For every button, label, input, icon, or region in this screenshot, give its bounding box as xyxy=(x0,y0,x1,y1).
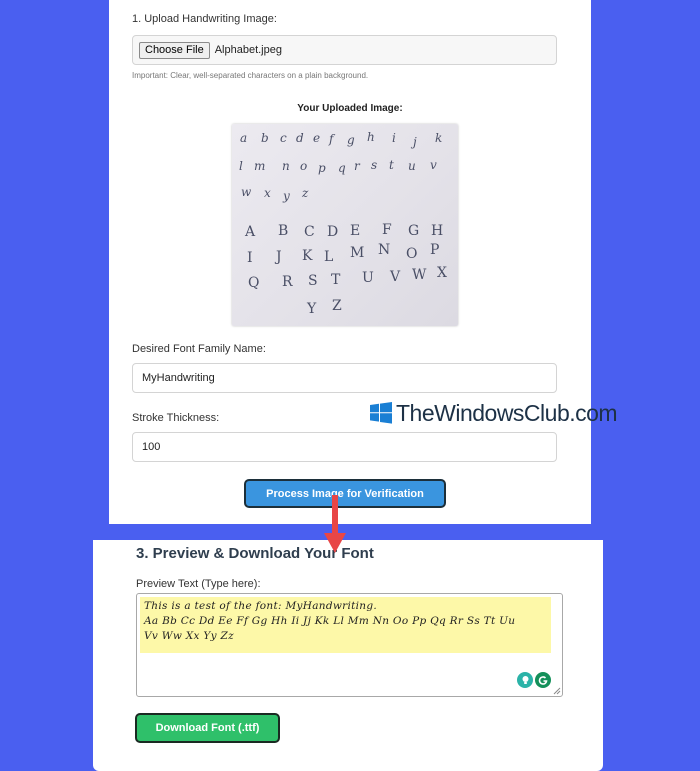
svg-text:K: K xyxy=(302,248,313,264)
file-input[interactable]: Choose File Alphabet.jpeg xyxy=(132,35,557,65)
windows-logo-icon xyxy=(370,402,392,424)
svg-text:k: k xyxy=(435,131,442,145)
svg-text:m: m xyxy=(254,159,265,173)
svg-text:A: A xyxy=(244,224,256,240)
watermark-logo: TheWindowsClub.com xyxy=(370,399,618,426)
resize-grip-icon[interactable] xyxy=(553,687,561,695)
svg-text:h: h xyxy=(367,130,375,144)
upload-note: Important: Clear, well-separated charact… xyxy=(132,71,369,80)
svg-text:U: U xyxy=(362,270,374,286)
svg-text:L: L xyxy=(324,249,333,265)
svg-text:W: W xyxy=(412,267,427,283)
preview-text-label: Preview Text (Type here): xyxy=(136,578,261,590)
svg-text:s: s xyxy=(371,158,377,172)
svg-text:u: u xyxy=(408,159,416,173)
svg-text:g: g xyxy=(347,133,355,147)
svg-text:z: z xyxy=(301,186,309,200)
preview-panel: 3. Preview & Download Your Font Preview … xyxy=(93,540,603,771)
watermark-text: TheWindowsClub.com xyxy=(396,399,618,426)
svg-text:B: B xyxy=(278,223,288,239)
font-family-value: MyHandwriting xyxy=(142,372,215,384)
svg-text:F: F xyxy=(382,222,392,238)
file-name: Alphabet.jpeg xyxy=(214,44,282,56)
svg-text:a: a xyxy=(240,131,247,145)
choose-file-button[interactable]: Choose File xyxy=(139,41,210,59)
svg-text:N: N xyxy=(378,242,390,258)
svg-text:Y: Y xyxy=(306,301,317,317)
svg-text:t: t xyxy=(389,158,394,172)
svg-text:n: n xyxy=(282,159,290,173)
svg-text:E: E xyxy=(350,223,360,239)
svg-text:l: l xyxy=(239,159,243,173)
font-family-input[interactable]: MyHandwriting xyxy=(132,363,557,393)
svg-text:w: w xyxy=(241,185,252,199)
svg-text:X: X xyxy=(437,265,447,281)
preview-line-3: Vv Ww Xx Yy Zz xyxy=(144,630,234,642)
extension-icons xyxy=(517,672,551,688)
svg-text:e: e xyxy=(313,131,320,145)
lightbulb-icon[interactable] xyxy=(517,672,533,688)
svg-text:p: p xyxy=(318,161,326,175)
upload-label: 1. Upload Handwriting Image: xyxy=(132,13,277,25)
uploaded-image: abc def ghi jk lmn opq rst uv wxy z ABC … xyxy=(232,124,458,326)
svg-text:c: c xyxy=(280,131,287,145)
svg-text:R: R xyxy=(282,274,293,290)
svg-text:M: M xyxy=(350,245,364,261)
svg-text:T: T xyxy=(331,272,341,288)
svg-text:G: G xyxy=(408,223,419,239)
svg-text:i: i xyxy=(392,131,396,145)
svg-text:V: V xyxy=(389,269,401,285)
svg-text:v: v xyxy=(430,158,437,172)
svg-text:d: d xyxy=(296,131,304,145)
svg-text:j: j xyxy=(410,135,417,149)
svg-text:I: I xyxy=(247,250,253,266)
svg-text:x: x xyxy=(264,186,271,200)
font-family-label: Desired Font Family Name: xyxy=(132,343,266,355)
preview-textarea[interactable]: This is a test of the font: MyHandwritin… xyxy=(136,593,563,697)
svg-text:b: b xyxy=(261,131,269,145)
uploaded-image-heading: Your Uploaded Image: xyxy=(297,103,403,114)
svg-text:Q: Q xyxy=(248,275,259,291)
svg-text:O: O xyxy=(406,246,417,262)
svg-text:J: J xyxy=(274,249,282,265)
svg-text:y: y xyxy=(282,189,290,203)
upload-panel: 1. Upload Handwriting Image: Choose File… xyxy=(109,0,591,524)
preview-line-1: This is a test of the font: MyHandwritin… xyxy=(144,600,378,612)
stroke-thickness-input[interactable]: 100 xyxy=(132,432,557,462)
svg-text:S: S xyxy=(308,273,318,289)
svg-text:r: r xyxy=(354,159,361,173)
svg-text:P: P xyxy=(430,242,439,258)
svg-text:D: D xyxy=(327,224,338,240)
stroke-thickness-value: 100 xyxy=(142,441,161,453)
svg-text:Z: Z xyxy=(332,298,342,314)
svg-text:o: o xyxy=(300,159,307,173)
grammarly-icon[interactable] xyxy=(535,672,551,688)
svg-text:q: q xyxy=(338,161,346,175)
stroke-thickness-label: Stroke Thickness: xyxy=(132,412,220,424)
preview-line-2: Aa Bb Cc Dd Ee Ff Gg Hh Ii Jj Kk Ll Mm N… xyxy=(144,615,516,627)
svg-text:H: H xyxy=(431,223,443,239)
download-font-button[interactable]: Download Font (.ttf) xyxy=(135,713,280,743)
arrow-down-icon xyxy=(324,495,346,553)
svg-text:f: f xyxy=(328,132,336,146)
svg-text:C: C xyxy=(304,224,315,240)
